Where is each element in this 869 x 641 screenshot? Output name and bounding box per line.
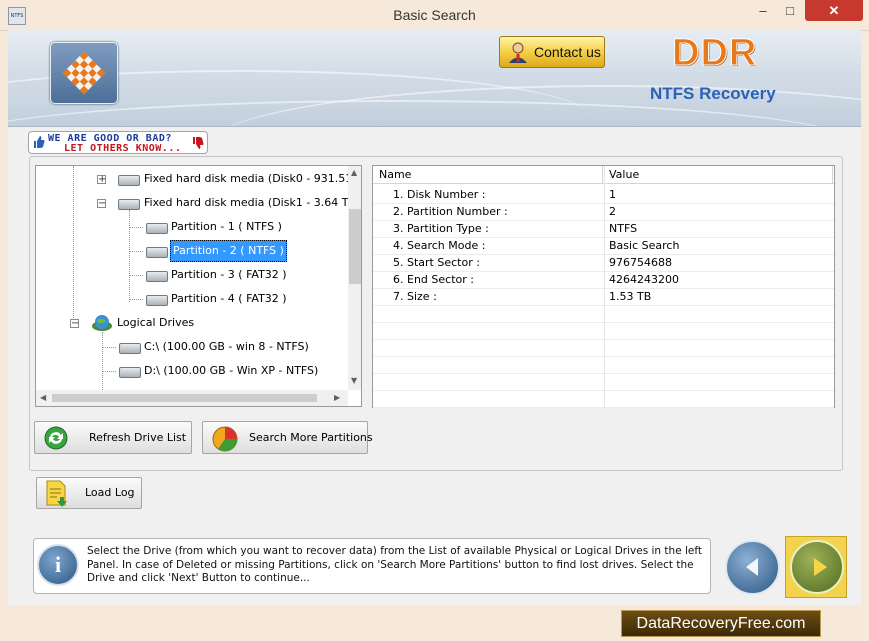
drive-icon xyxy=(119,367,141,378)
empty-row xyxy=(373,390,834,408)
column-header-value[interactable]: Value xyxy=(609,166,639,183)
tree-item-logical-drives[interactable]: Logical Drives xyxy=(117,313,194,333)
property-value: 976754688 xyxy=(609,256,672,269)
property-name: 5. Start Sector : xyxy=(393,256,480,269)
tree-item-partition-1[interactable]: Partition - 1 ( NTFS ) xyxy=(171,217,282,237)
scroll-up-icon[interactable]: ▲ xyxy=(351,168,357,177)
app-logo xyxy=(50,42,118,104)
scroll-right-icon[interactable]: ▶ xyxy=(334,393,340,402)
next-button[interactable] xyxy=(790,540,844,594)
collapse-toggle[interactable]: − xyxy=(97,199,106,209)
partition-icon xyxy=(146,223,168,234)
drive-tree[interactable]: + Fixed hard disk media (Disk0 - 931.51 … xyxy=(35,165,362,407)
load-log-icon xyxy=(46,480,67,507)
brand-name: DDR xyxy=(671,32,758,75)
person-icon xyxy=(509,42,527,63)
tree-horizontal-scroll-thumb[interactable] xyxy=(52,394,317,402)
search-more-partitions-label: Search More Partitions xyxy=(249,431,373,444)
partition-icon xyxy=(146,247,168,258)
tree-line xyxy=(129,227,143,228)
property-name: 1. Disk Number : xyxy=(393,188,486,201)
property-name: 7. Size : xyxy=(393,290,437,303)
tree-line xyxy=(129,251,143,252)
minimize-button[interactable]: – xyxy=(750,0,776,21)
tree-line xyxy=(102,371,116,372)
property-value: Basic Search xyxy=(609,239,680,252)
column-divider xyxy=(832,166,833,183)
property-value: 4264243200 xyxy=(609,273,679,286)
thumbs-up-icon xyxy=(34,136,45,148)
property-value: 1.53 TB xyxy=(609,290,652,303)
refresh-icon xyxy=(44,426,68,450)
property-value: 2 xyxy=(609,205,616,218)
partition-icon xyxy=(146,271,168,282)
tree-vertical-scroll-thumb[interactable] xyxy=(349,209,361,284)
scroll-left-icon[interactable]: ◀ xyxy=(40,393,46,402)
property-value: 1 xyxy=(609,188,616,201)
logical-drives-icon xyxy=(92,315,112,331)
tree-line xyxy=(129,299,143,300)
tree-item-partition-2[interactable]: Partition - 2 ( NTFS ) xyxy=(170,240,287,262)
tree-line xyxy=(129,210,130,302)
empty-row xyxy=(373,305,834,323)
thumbs-down-icon xyxy=(193,137,204,149)
property-name: 2. Partition Number : xyxy=(393,205,508,218)
tree-item-disk0[interactable]: Fixed hard disk media (Disk0 - 931.51 GB… xyxy=(144,169,361,189)
back-arrow-icon xyxy=(746,558,758,576)
hard-disk-icon xyxy=(118,199,140,210)
tree-line xyxy=(129,275,143,276)
feedback-line-2: LET OTHERS KNOW... xyxy=(64,143,182,154)
refresh-drive-list-label: Refresh Drive List xyxy=(89,431,187,444)
tree-item-drive-d[interactable]: D:\ (100.00 GB - Win XP - NTFS) xyxy=(144,361,318,381)
watermark: DataRecoveryFree.com xyxy=(621,610,821,637)
column-header-name[interactable]: Name xyxy=(379,166,411,183)
window-title: Basic Search xyxy=(393,7,476,23)
empty-row xyxy=(373,322,834,340)
property-name: 6. End Sector : xyxy=(393,273,474,286)
empty-row xyxy=(373,356,834,374)
info-icon: i xyxy=(37,544,79,586)
tree-item-disk1[interactable]: Fixed hard disk media (Disk1 - 3.64 TB) xyxy=(144,193,360,213)
scroll-down-icon[interactable]: ▼ xyxy=(351,376,357,385)
empty-row xyxy=(373,373,834,391)
contact-us-label: Contact us xyxy=(534,44,601,60)
expand-toggle[interactable]: + xyxy=(97,175,106,185)
tree-item-drive-c[interactable]: C:\ (100.00 GB - win 8 - NTFS) xyxy=(144,337,309,357)
property-name: 4. Search Mode : xyxy=(393,239,486,252)
maximize-button[interactable]: □ xyxy=(777,0,803,21)
partition-icon xyxy=(146,295,168,306)
tree-item-partition-4[interactable]: Partition - 4 ( FAT32 ) xyxy=(171,289,287,309)
tree-item-partition-3[interactable]: Partition - 3 ( FAT32 ) xyxy=(171,265,287,285)
tree-line xyxy=(73,166,74,324)
collapse-toggle[interactable]: − xyxy=(70,319,79,329)
drive-icon xyxy=(119,343,141,354)
hard-disk-icon xyxy=(118,175,140,186)
help-text: Select the Drive (from which you want to… xyxy=(87,545,702,584)
table-row[interactable] xyxy=(373,288,834,306)
next-arrow-icon xyxy=(814,558,827,576)
close-button[interactable]: ✕ xyxy=(805,0,863,21)
product-name: NTFS Recovery xyxy=(650,84,776,103)
load-log-label: Load Log xyxy=(85,486,135,499)
column-divider[interactable] xyxy=(602,166,603,183)
pie-chart-icon xyxy=(212,426,238,452)
tree-line xyxy=(102,347,116,348)
property-value: NTFS xyxy=(609,222,638,235)
empty-row xyxy=(373,339,834,357)
property-name: 3. Partition Type : xyxy=(393,222,489,235)
back-button[interactable] xyxy=(725,540,780,595)
checker-logo-icon xyxy=(62,51,106,95)
